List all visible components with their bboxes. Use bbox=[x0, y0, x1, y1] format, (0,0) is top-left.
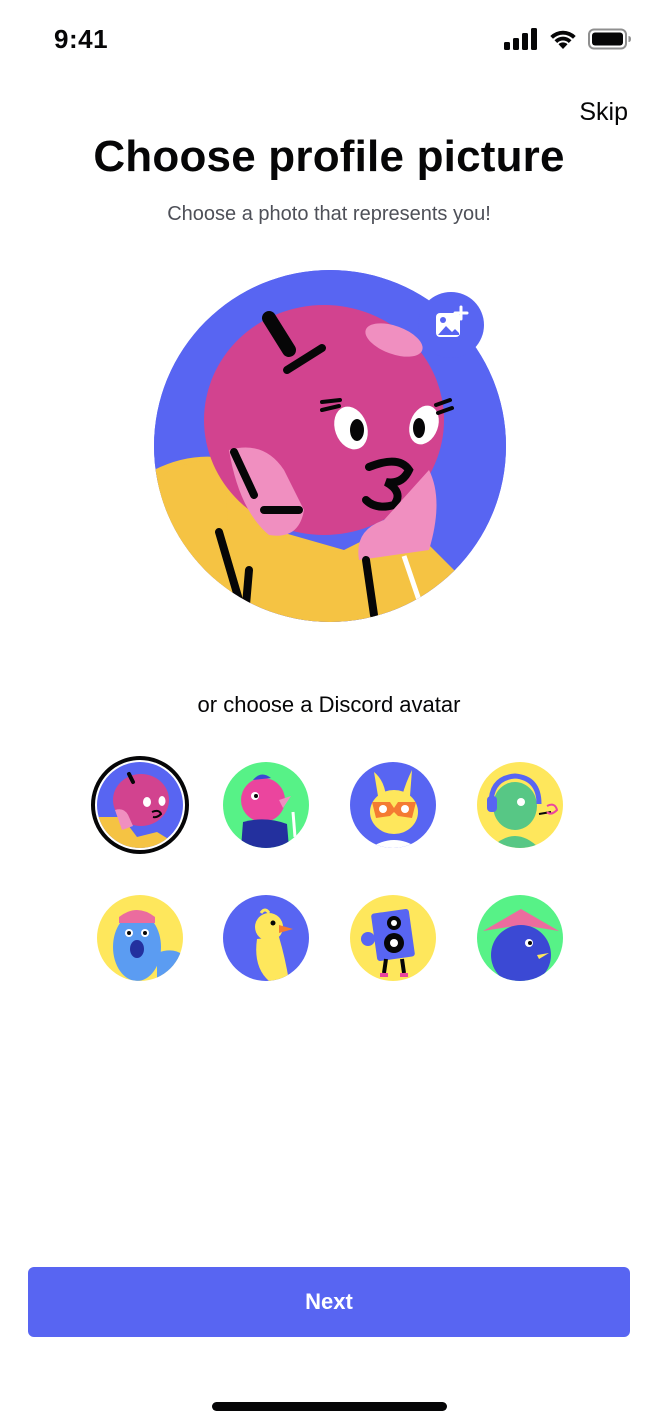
pink-apple-avatar-icon bbox=[97, 762, 183, 848]
wifi-icon bbox=[548, 28, 578, 55]
speaker-robot-avatar-icon bbox=[350, 895, 436, 981]
page-subtitle: Choose a photo that represents you! bbox=[167, 203, 491, 225]
avatar-option-green-headset[interactable] bbox=[477, 762, 563, 848]
avatar-option-pink-bird[interactable] bbox=[223, 762, 309, 848]
status-icons bbox=[504, 28, 632, 55]
blue-cap-avatar-icon bbox=[97, 895, 183, 981]
green-headset-avatar-icon bbox=[477, 762, 563, 848]
avatar-option-blue-cap[interactable] bbox=[97, 895, 183, 981]
next-button[interactable]: Next bbox=[28, 1267, 630, 1337]
avatar-option-yellow-bunny[interactable] bbox=[350, 762, 436, 848]
book-hat-avatar-icon bbox=[477, 895, 563, 981]
yellow-duck-avatar-icon bbox=[223, 895, 309, 981]
add-image-icon bbox=[433, 305, 469, 346]
status-bar: 9:41 bbox=[0, 0, 658, 80]
pink-bird-avatar-icon bbox=[223, 762, 309, 848]
upload-photo-button[interactable] bbox=[418, 292, 484, 358]
signal-icon bbox=[504, 28, 538, 55]
avatar-option-yellow-duck[interactable] bbox=[223, 895, 309, 981]
avatar-section-heading: or choose a Discord avatar bbox=[197, 692, 461, 717]
yellow-bunny-avatar-icon bbox=[350, 762, 436, 848]
avatar-option-pink-apple[interactable] bbox=[97, 762, 183, 848]
avatar-option-book-hat[interactable] bbox=[477, 895, 563, 981]
home-indicator[interactable] bbox=[212, 1402, 447, 1411]
page-title: Choose profile picture bbox=[93, 132, 565, 181]
skip-button[interactable]: Skip bbox=[579, 98, 628, 127]
avatar-option-speaker-robot[interactable] bbox=[350, 895, 436, 981]
battery-icon bbox=[588, 28, 632, 55]
status-time: 9:41 bbox=[54, 24, 109, 54]
